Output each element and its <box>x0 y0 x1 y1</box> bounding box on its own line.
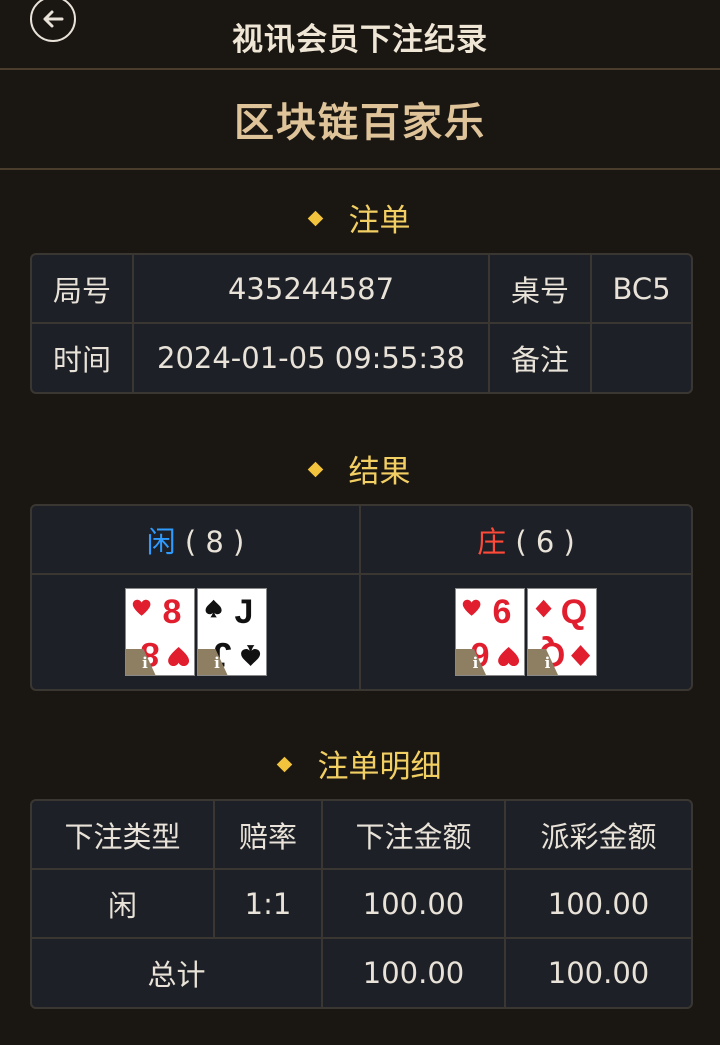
card-rank: J <box>234 593 253 631</box>
heart-icon <box>132 599 150 616</box>
total-row: 总计 100.00 100.00 <box>32 939 691 1007</box>
diamond-icon <box>276 756 292 773</box>
round-label: 局号 <box>32 255 134 324</box>
bet-detail-table: 下注类型 赔率 下注金额 派彩金额 闲 1:1 100.00 100.00 总计… <box>30 799 693 1009</box>
game-title: 区块链百家乐 <box>234 100 486 146</box>
game-title-bar: 区块链百家乐 <box>0 70 720 170</box>
time-value: 2024-01-05 09:55:38 <box>134 324 490 392</box>
time-label: 时间 <box>32 324 134 392</box>
bet-amount: 100.00 <box>323 870 506 939</box>
total-payout: 100.00 <box>547 956 650 990</box>
total-bet: 100.00 <box>323 939 506 1007</box>
card-rank: 8 <box>162 593 181 631</box>
player-cards: 88iJJi <box>32 588 359 676</box>
heart-icon <box>167 647 189 667</box>
section-title-result: 结果 <box>0 446 720 491</box>
table-label: 桌号 <box>490 255 592 324</box>
banker-score: ( 6 ) <box>515 524 575 559</box>
page-title: 视讯会员下注纪录 <box>232 22 488 58</box>
player-cards-cell: 88iJJi <box>32 575 361 689</box>
heart-icon <box>498 647 520 667</box>
header-odds: 赔率 <box>215 801 323 870</box>
result-table: 闲 ( 8 ) 庄 ( 6 ) 88iJJi 66iQQi <box>30 504 693 691</box>
card-rank: 6 <box>493 593 512 631</box>
section-title-detail-text: 注单明细 <box>317 749 442 785</box>
diamond-icon <box>307 461 323 478</box>
banker-cards: 66iQQi <box>361 588 691 676</box>
player-label: 闲 <box>146 524 176 559</box>
bet-type: 闲 <box>32 870 215 939</box>
playing-card: 66i <box>455 588 525 676</box>
section-title-bet-text: 注单 <box>348 203 411 239</box>
playing-card: 88i <box>124 588 195 676</box>
banker-cards-cell: 66iQQi <box>361 575 691 689</box>
player-result-cell: 闲 ( 8 ) <box>32 506 361 575</box>
header-bet-type: 下注类型 <box>32 801 215 870</box>
diamond-icon <box>307 210 323 227</box>
odds-value: 1:1 <box>215 870 323 939</box>
banker-label: 庄 <box>477 524 507 559</box>
note-value <box>592 324 691 392</box>
banker-result-cell: 庄 ( 6 ) <box>361 506 691 575</box>
spade-icon <box>205 599 222 618</box>
section-title-bet: 注单 <box>0 195 720 240</box>
spade-icon <box>240 645 260 667</box>
header-bet-amount: 下注金额 <box>323 801 506 870</box>
header-bar: 视讯会员下注纪录 <box>0 0 720 70</box>
bet-info-table: 局号 435244587 桌号 BC5 时间 2024-01-05 09:55:… <box>30 253 693 394</box>
table-row: 闲 1:1 100.00 100.00 <box>32 870 691 939</box>
playing-card: JJi <box>196 588 267 676</box>
player-score: ( 8 ) <box>184 524 245 559</box>
total-label: 总计 <box>32 939 323 1007</box>
payout-amount: 100.00 <box>506 870 691 939</box>
header-payout: 派彩金额 <box>506 801 691 870</box>
diamond-icon <box>535 599 552 618</box>
note-label: 备注 <box>490 324 592 392</box>
section-title-result-text: 结果 <box>348 454 411 490</box>
playing-card: QQi <box>527 588 597 676</box>
section-title-detail: 注单明细 <box>0 741 720 786</box>
table-value: BC5 <box>592 255 691 324</box>
heart-icon <box>462 599 481 616</box>
card-rank: Q <box>561 593 587 631</box>
round-value: 435244587 <box>134 255 490 324</box>
diamond-icon <box>571 645 591 667</box>
